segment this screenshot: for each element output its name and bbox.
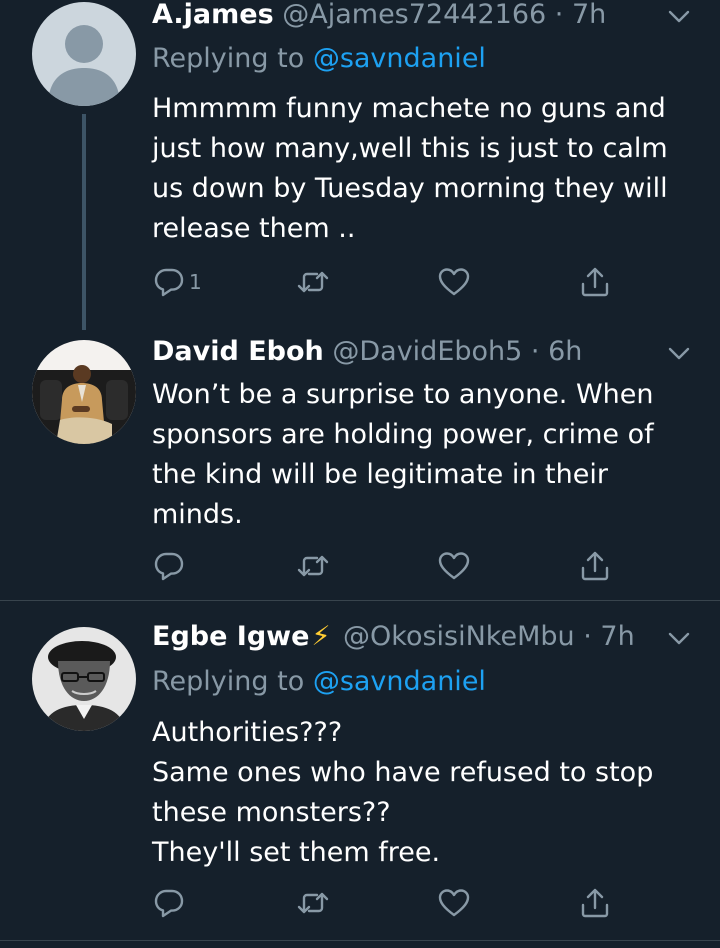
retweet-button[interactable] [296, 885, 330, 921]
share-icon [581, 888, 609, 918]
share-icon [581, 267, 609, 297]
replying-to-label: Replying to [152, 43, 313, 74]
tweet-text: Hmmmm funny machete no guns and just how… [152, 93, 668, 244]
default-avatar-icon [32, 2, 136, 106]
retweet-button[interactable] [296, 548, 330, 584]
timestamp[interactable]: 6h [548, 336, 582, 367]
user-handle[interactable]: @DavidEboh5 [332, 336, 522, 367]
like-button[interactable] [437, 264, 471, 300]
avatar-photo[interactable] [32, 340, 136, 444]
tweet-header: Egbe Igwe⚡ @OkosisiNkeMbu · 7h [152, 620, 660, 654]
separator-dot: · [530, 336, 540, 367]
tweet-actions: 1 [152, 264, 622, 304]
tweet-divider [0, 940, 720, 941]
user-handle[interactable]: @Ajames72442166 [282, 0, 546, 30]
avatar-default[interactable] [32, 2, 136, 106]
tweet-1[interactable]: A.james @Ajames72442166 · 7h Replying to… [0, 0, 720, 330]
reply-button[interactable] [152, 885, 186, 921]
share-button[interactable] [578, 885, 612, 921]
display-name[interactable]: David Eboh [152, 336, 324, 367]
like-button[interactable] [437, 885, 471, 921]
separator-dot: · [583, 621, 592, 652]
tweet-actions [152, 548, 622, 588]
display-name[interactable]: Egbe Igwe [152, 621, 309, 652]
retweet-icon [297, 271, 329, 293]
lightning-bolt-icon: ⚡ [311, 621, 331, 652]
thread-line [82, 114, 86, 330]
retweet-button[interactable] [296, 264, 330, 300]
tweet-header: A.james @Ajames72442166 · 7h [152, 0, 660, 32]
profile-photo-icon [32, 627, 136, 731]
separator-dot: · [554, 0, 564, 30]
reply-icon [154, 552, 184, 581]
display-name[interactable]: A.james [152, 0, 274, 30]
profile-photo-icon [32, 340, 136, 444]
heart-icon [438, 889, 470, 917]
tweet-2[interactable]: David Eboh @DavidEboh5 · 6h Won’t be a s… [0, 330, 720, 600]
tweet-text: Won’t be a surprise to anyone. When spon… [152, 379, 654, 530]
heart-icon [438, 268, 470, 296]
chevron-down-icon[interactable] [666, 628, 692, 648]
reply-icon [154, 889, 184, 918]
reply-count: 1 [189, 270, 202, 294]
tweet-text: Authorities??? Same ones who have refuse… [152, 717, 654, 868]
mention-link[interactable]: @savndaniel [313, 666, 486, 697]
heart-icon [438, 552, 470, 580]
retweet-icon [297, 555, 329, 577]
share-icon [581, 551, 609, 581]
reply-icon [154, 268, 184, 297]
replying-to: Replying to @savndaniel [152, 665, 486, 699]
timestamp[interactable]: 7h [572, 0, 606, 30]
mention-link[interactable]: @savndaniel [313, 43, 486, 74]
avatar-photo[interactable] [32, 627, 136, 731]
tweet-3[interactable]: Egbe Igwe⚡ @OkosisiNkeMbu · 7h Replying … [0, 601, 720, 948]
replying-to: Replying to @savndaniel [152, 42, 486, 76]
tweet-header: David Eboh @DavidEboh5 · 6h [152, 335, 660, 369]
reply-button[interactable]: 1 [152, 264, 202, 300]
reply-button[interactable] [152, 548, 186, 584]
timestamp[interactable]: 7h [600, 621, 634, 652]
user-handle[interactable]: @OkosisiNkeMbu [343, 621, 575, 652]
tweet-actions [152, 885, 622, 925]
like-button[interactable] [437, 548, 471, 584]
share-button[interactable] [578, 548, 612, 584]
chevron-down-icon[interactable] [666, 343, 692, 363]
share-button[interactable] [578, 264, 612, 300]
chevron-down-icon[interactable] [666, 6, 692, 26]
retweet-icon [297, 892, 329, 914]
replying-to-label: Replying to [152, 666, 313, 697]
